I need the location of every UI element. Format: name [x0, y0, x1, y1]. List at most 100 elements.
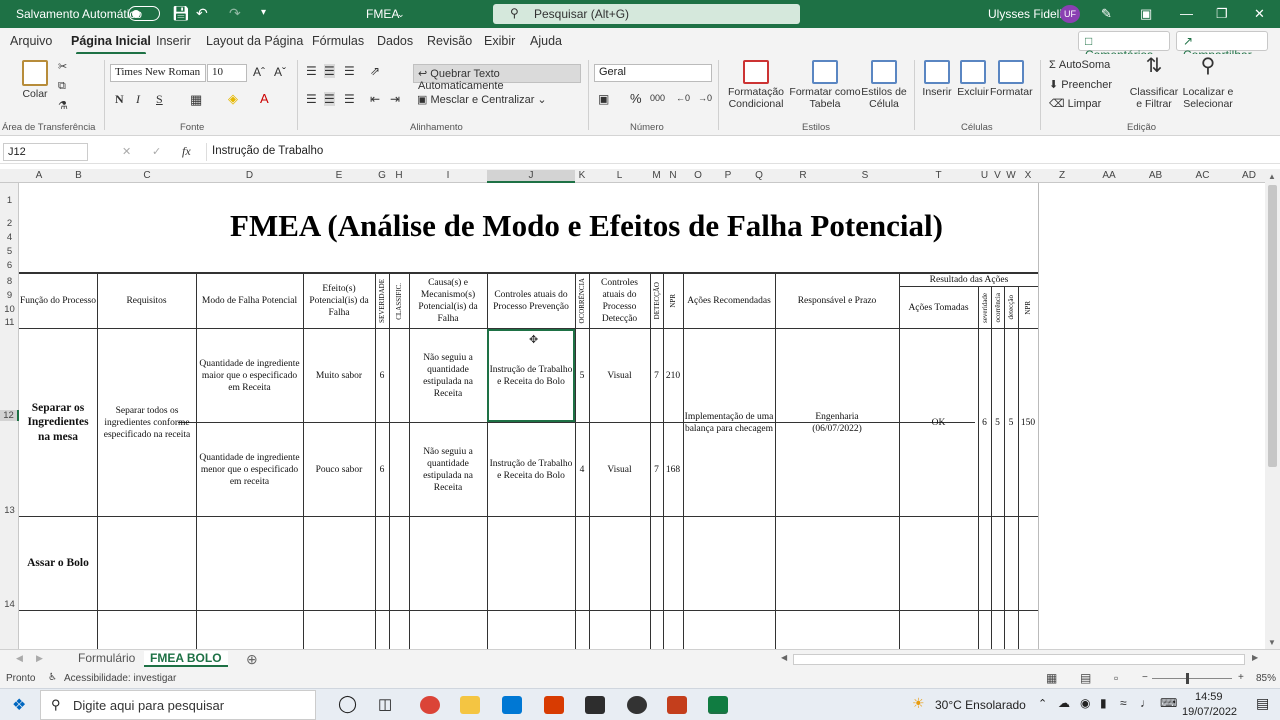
severidade[interactable]: 6 [375, 329, 389, 422]
fill-button[interactable]: ⬇ Preencher [1049, 78, 1112, 91]
cloud-icon[interactable]: ☁ [1058, 696, 1070, 710]
share-button[interactable]: ↗ Compartilhar [1176, 31, 1268, 62]
tab-arquivo[interactable]: Arquivo [10, 34, 52, 48]
tray-chevron-icon[interactable]: ⌃ [1038, 697, 1047, 710]
result-severidade[interactable]: 6 [978, 329, 991, 516]
header-acoes-tomadas[interactable]: Ações Tomadas [899, 287, 978, 328]
zoom-out-icon[interactable]: − [1142, 672, 1148, 683]
col-header[interactable]: G [375, 170, 389, 181]
col-header[interactable]: C [98, 170, 196, 181]
minimize-icon[interactable]: — [1180, 6, 1193, 21]
format-table-button[interactable]: Formatar como Tabela [789, 60, 861, 110]
result-npr[interactable]: 150 [1018, 329, 1038, 516]
language-icon[interactable]: ⌨ [1160, 696, 1177, 710]
tab-next-icon[interactable]: ▶ [36, 653, 43, 664]
tab-prev-icon[interactable]: ◀ [16, 653, 23, 664]
sheet-title[interactable]: FMEA (Análise de Modo e Efeitos de Falha… [134, 208, 1039, 244]
efeito[interactable]: Pouco sabor [303, 423, 375, 516]
deteccao-controle[interactable]: Visual [589, 329, 650, 422]
format-painter-icon[interactable]: ⚗ [58, 99, 68, 112]
header-requisitos[interactable]: Requisitos [97, 274, 196, 328]
clock-date[interactable]: 19/07/2022 [1182, 706, 1237, 718]
scroll-thumb[interactable] [1268, 185, 1277, 467]
align-bottom-icon[interactable]: ☰ [344, 64, 355, 78]
number-format-select[interactable]: Geral [594, 64, 712, 82]
maximize-icon[interactable]: ❐ [1216, 6, 1228, 22]
ribbon-display-icon[interactable]: ▣ [1140, 6, 1152, 22]
row-header[interactable]: 2 [0, 218, 19, 229]
align-right-icon[interactable]: ☰ [344, 92, 355, 106]
search-box[interactable]: ⚲ Pesquisar (Alt+G) [493, 4, 800, 24]
header-npr[interactable]: NPR [663, 274, 683, 328]
col-header[interactable]: K [575, 170, 589, 181]
col-header[interactable]: S [831, 170, 899, 181]
header-result-ocorrencia[interactable]: ocorrência [991, 287, 1004, 328]
format-cells-button[interactable]: Formatar [990, 60, 1033, 98]
decrease-indent-icon[interactable]: ⇤ [370, 92, 380, 106]
sort-filter-button[interactable]: ⇅ Classificar e Filtrar [1128, 56, 1180, 110]
header-acoes[interactable]: Ações Recomendadas [683, 274, 775, 328]
camera-icon[interactable]: ◉ [1080, 696, 1090, 710]
sheet-tab-formulario[interactable]: Formulário [72, 651, 141, 665]
app-icon[interactable] [585, 696, 605, 714]
worksheet[interactable]: FMEA (Análise de Modo e Efeitos de Falha… [19, 183, 1265, 649]
bold-icon[interactable]: N [115, 92, 124, 107]
redo-icon[interactable]: ↷ [229, 5, 241, 22]
accessibility-status[interactable]: Acessibilidade: investigar [64, 673, 176, 684]
customize-toolbar-icon[interactable]: ▾ [261, 7, 266, 18]
percent-icon[interactable]: % [630, 91, 642, 106]
powerpoint-icon[interactable] [667, 696, 687, 714]
header-efeito[interactable]: Efeito(s) Potencial(is) da Falha [303, 274, 375, 328]
autosum-button[interactable]: Σ AutoSoma [1049, 59, 1110, 71]
col-header[interactable]: X [1018, 170, 1038, 181]
cortana-icon[interactable]: ◯ [338, 694, 357, 714]
col-header[interactable]: Q [743, 170, 775, 181]
paste-button[interactable]: Colar [20, 60, 50, 100]
col-header[interactable]: I [409, 170, 487, 181]
col-header[interactable]: B [59, 170, 98, 181]
header-prevencao[interactable]: Controles atuais do Processo Prevenção [487, 274, 575, 328]
merge-center-button[interactable]: ▣ Mesclar e Centralizar ⌄ [417, 93, 547, 106]
tab-pagina-inicial[interactable]: Página Inicial [71, 34, 151, 55]
save-icon[interactable]: 💾︎ [172, 5, 190, 22]
normal-view-icon[interactable]: ▦ [1046, 671, 1057, 685]
align-middle-icon[interactable]: ☰ [324, 64, 335, 78]
zoom-in-icon[interactable]: + [1238, 672, 1244, 683]
weather-text[interactable]: 30°C Ensolarado [935, 698, 1026, 712]
causa[interactable]: Não seguiu a quantidade estipulada na Re… [417, 329, 479, 422]
document-title[interactable]: FMEA [366, 7, 399, 21]
col-header[interactable]: D [196, 170, 303, 181]
close-icon[interactable]: ✕ [1254, 6, 1265, 22]
col-header[interactable]: R [775, 170, 831, 181]
header-severidade[interactable]: SEVERIDADE [375, 274, 389, 328]
align-top-icon[interactable]: ☰ [306, 64, 317, 78]
deteccao[interactable]: 7 [650, 329, 663, 422]
horizontal-scrollbar[interactable] [793, 654, 1245, 665]
conditional-format-button[interactable]: Formatação Condicional [722, 60, 790, 110]
deteccao[interactable]: 7 [650, 423, 663, 516]
function-icon[interactable]: fx [182, 144, 191, 159]
efeito[interactable]: Muito sabor [303, 329, 375, 422]
header-classificacao[interactable]: CLASSIFIC. [389, 274, 409, 328]
row-header[interactable]: 4 [0, 232, 19, 243]
col-header[interactable]: Z [1038, 170, 1086, 181]
col-header[interactable]: E [303, 170, 375, 181]
modo-falha[interactable]: Quantidade de ingrediente maior que o es… [198, 329, 301, 422]
col-header[interactable]: N [663, 170, 683, 181]
tab-ajuda[interactable]: Ajuda [530, 34, 562, 48]
col-header[interactable]: V [991, 170, 1004, 181]
font-name-select[interactable]: Times New Roman [110, 64, 206, 82]
windows-start-icon[interactable]: ❖ [12, 695, 26, 715]
increase-indent-icon[interactable]: ⇥ [390, 92, 400, 106]
thousands-icon[interactable]: 000 [650, 93, 665, 103]
cell-styles-button[interactable]: Estilos de Célula [860, 60, 908, 110]
col-header[interactable]: H [389, 170, 409, 181]
borders-icon[interactable]: ▦ [190, 92, 202, 108]
scroll-down-icon[interactable]: ▼ [1268, 638, 1276, 647]
col-header[interactable]: A [19, 170, 59, 181]
modo-falha[interactable]: Quantidade de ingrediente menor que o es… [198, 423, 301, 516]
header-result-deteccao[interactable]: detecção [1004, 287, 1018, 328]
row-header[interactable]: 10 [0, 304, 19, 315]
deteccao-controle[interactable]: Visual [589, 423, 650, 516]
row-header[interactable]: 9 [0, 290, 19, 301]
